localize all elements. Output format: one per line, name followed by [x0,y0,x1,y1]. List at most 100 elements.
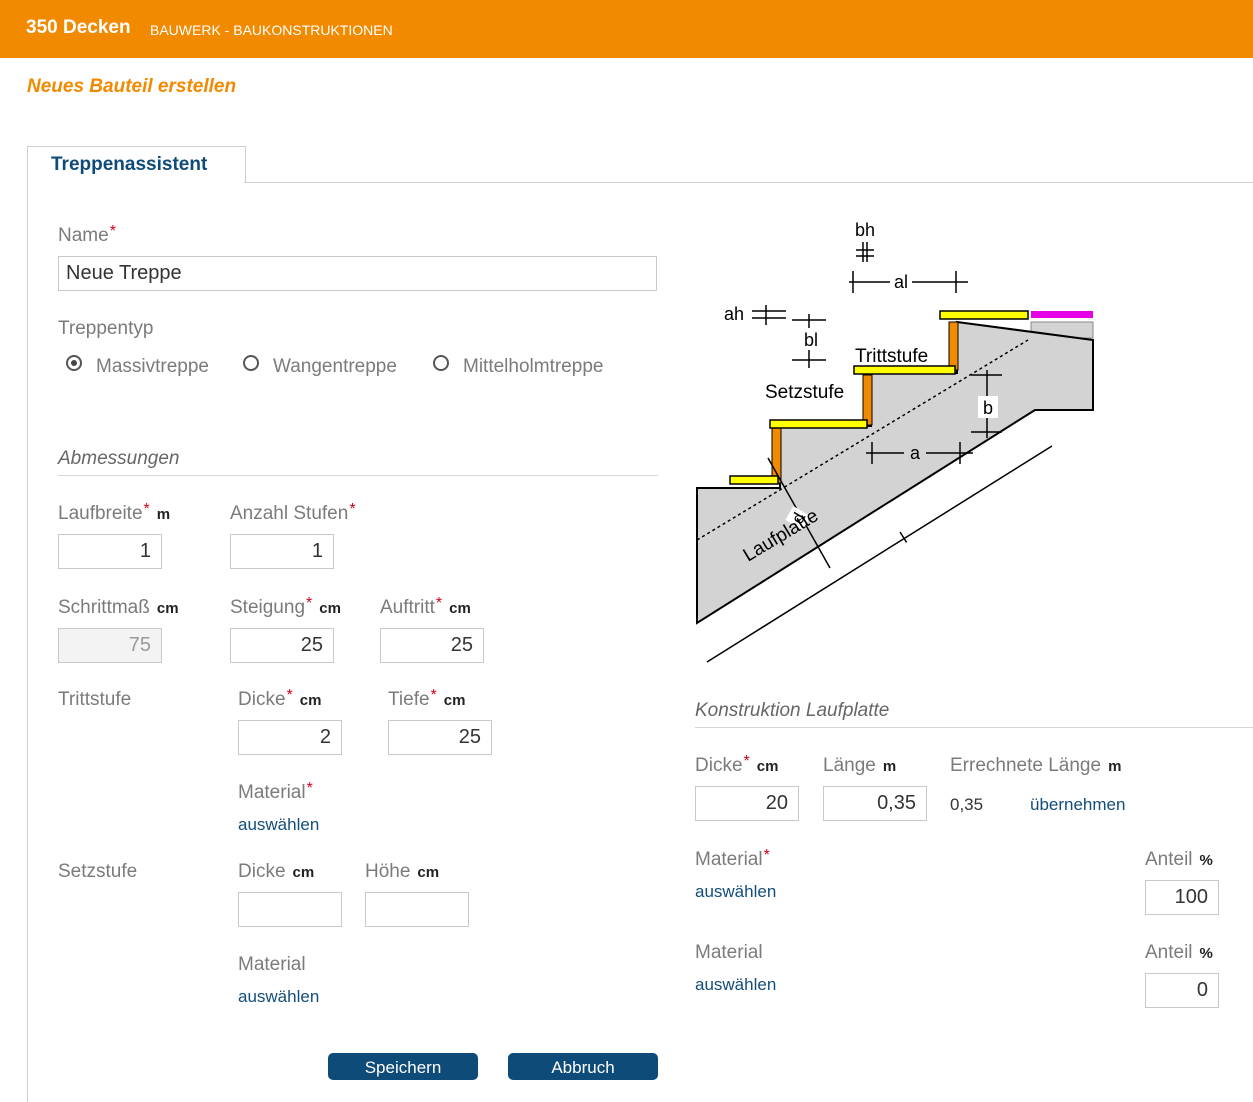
tread-3 [853,365,956,375]
dimension-a-label: a [910,443,921,463]
laufbreite-input[interactable] [58,534,162,569]
radio-wangentreppe[interactable] [243,355,259,371]
laufplatte-material-2-label: Material [695,942,763,963]
laufbreite-label-text: Laufbreite [58,503,143,524]
landing-finish [1031,311,1093,318]
tab-divider [244,182,1253,183]
steigung-label-text: Steigung [230,597,306,618]
laufbreite-label: Laufbreite* m [58,501,170,525]
tread-1 [729,475,779,485]
anteil-2-label-text: Anteil [1145,942,1193,963]
name-label: Name* [58,223,116,247]
tread-2 [769,419,868,429]
anteil-1-input[interactable] [1145,880,1219,915]
setzstufe-material-select-link[interactable]: auswählen [238,987,319,1007]
laufplatte-laenge-label: Länge m [823,755,896,777]
required-marker: * [143,501,150,518]
trittstufe-material-select-link[interactable]: auswählen [238,815,319,835]
anzahl-stufen-label: Anzahl Stufen* [230,501,356,525]
required-marker: * [286,687,293,704]
setzstufe-hoehe-input[interactable] [365,892,469,927]
trittstufe-tiefe-input[interactable] [388,720,492,755]
radio-massivtreppe-label: Massivtreppe [96,356,209,377]
konstruktion-divider [695,727,1253,728]
anteil-2-unit: % [1199,945,1213,962]
riser-1 [771,427,782,484]
required-marker: * [306,780,313,797]
laufplatte-laenge-unit: m [882,758,897,775]
radio-massivtreppe[interactable] [66,355,82,371]
auftritt-input[interactable] [380,628,484,663]
diagram-setzstufe-label: Setzstufe [765,382,844,403]
setzstufe-dicke-input[interactable] [238,892,342,927]
dimension-bh-label: bh [855,220,875,240]
steigung-label: Steigung* cm [230,595,341,619]
anzahl-stufen-label-text: Anzahl Stufen [230,503,349,524]
laufplatte-dicke-label-text: Dicke [695,755,743,776]
diagram-trittstufe-label: Trittstufe [855,346,928,367]
laufplatte-laenge-label-text: Länge [823,755,876,776]
errechnete-laenge-label: Errechnete Länge m [950,755,1121,777]
auftritt-label-text: Auftritt [380,597,435,618]
trittstufe-tiefe-label: Tiefe* cm [388,687,466,711]
schrittmass-label: Schrittmaß cm [58,597,179,619]
treppentyp-label: Treppentyp [58,318,154,339]
required-marker: * [430,687,437,704]
trittstufe-tiefe-unit: cm [443,692,466,709]
laufplatte-material-1-select-link[interactable]: auswählen [695,882,776,902]
stair-diagram: d l bh al ah bl Trittstufe Setzstufe b a… [696,220,1094,663]
dimension-bl-label: bl [804,330,818,350]
name-label-text: Name [58,225,109,246]
required-marker: * [109,223,116,240]
setzstufe-dicke-label: Dicke cm [238,861,314,883]
errechnete-laenge-unit: m [1108,758,1122,775]
abmessungen-divider [58,475,658,476]
laufplatte-material-2-select-link[interactable]: auswählen [695,975,776,995]
radio-wangentreppe-label: Wangentreppe [273,356,397,377]
tread-4 [939,310,1029,320]
schrittmass-unit: cm [156,600,179,617]
trittstufe-dicke-unit: cm [299,692,322,709]
tab-label: Treppenassistent [51,154,208,175]
anteil-2-label: Anteil% [1145,942,1213,964]
save-button[interactable]: Speichern [328,1053,478,1080]
laufplatte-dicke-input[interactable] [695,786,799,821]
trittstufe-dicke-label: Dicke* cm [238,687,322,711]
header-subtitle: BAUWERK - BAUKONSTRUKTIONEN [150,22,393,38]
panel-border [27,182,28,1102]
laufplatte-material-1-label-text: Material [695,849,763,870]
cancel-button[interactable]: Abbruch [508,1053,658,1080]
auftritt-unit: cm [449,600,471,617]
trittstufe-material-label-text: Material [238,782,306,803]
anteil-1-label: Anteil% [1145,849,1213,871]
radio-mittelholmtreppe-label: Mittelholmtreppe [463,356,604,377]
dimension-b-label: b [983,398,993,418]
anteil-2-input[interactable] [1145,973,1219,1008]
required-marker: * [743,753,750,770]
uebernehmen-link[interactable]: übernehmen [1030,795,1125,815]
setzstufe-hoehe-label-text: Höhe [365,861,411,882]
required-marker: * [306,595,313,612]
laufplatte-laenge-input[interactable] [823,786,927,821]
anzahl-stufen-input[interactable] [230,534,334,569]
trittstufe-material-label: Material* [238,780,313,804]
anteil-1-label-text: Anteil [1145,849,1193,870]
riser-2 [862,374,873,426]
errechnete-laenge-value: 0,35 [950,795,984,814]
page-title: Neues Bauteil erstellen [27,76,237,97]
steigung-input[interactable] [230,628,334,663]
setzstufe-hoehe-label: Höhe cm [365,861,439,883]
setzstufe-label: Setzstufe [58,861,138,882]
steigung-unit: cm [319,600,341,617]
setzstufe-hoehe-unit: cm [417,864,440,881]
dimension-ah-label: ah [724,304,744,324]
konstruktion-title: Konstruktion Laufplatte [695,700,890,721]
errechnete-laenge-label-text: Errechnete Länge [950,755,1102,776]
trittstufe-dicke-input[interactable] [238,720,342,755]
radio-mittelholmtreppe[interactable] [433,355,449,371]
riser-3 [948,321,959,371]
name-input[interactable] [58,256,657,291]
abmessungen-title: Abmessungen [58,448,180,469]
laufplatte-dicke-unit: cm [756,758,779,775]
schrittmass-label-text: Schrittmaß [58,597,150,618]
